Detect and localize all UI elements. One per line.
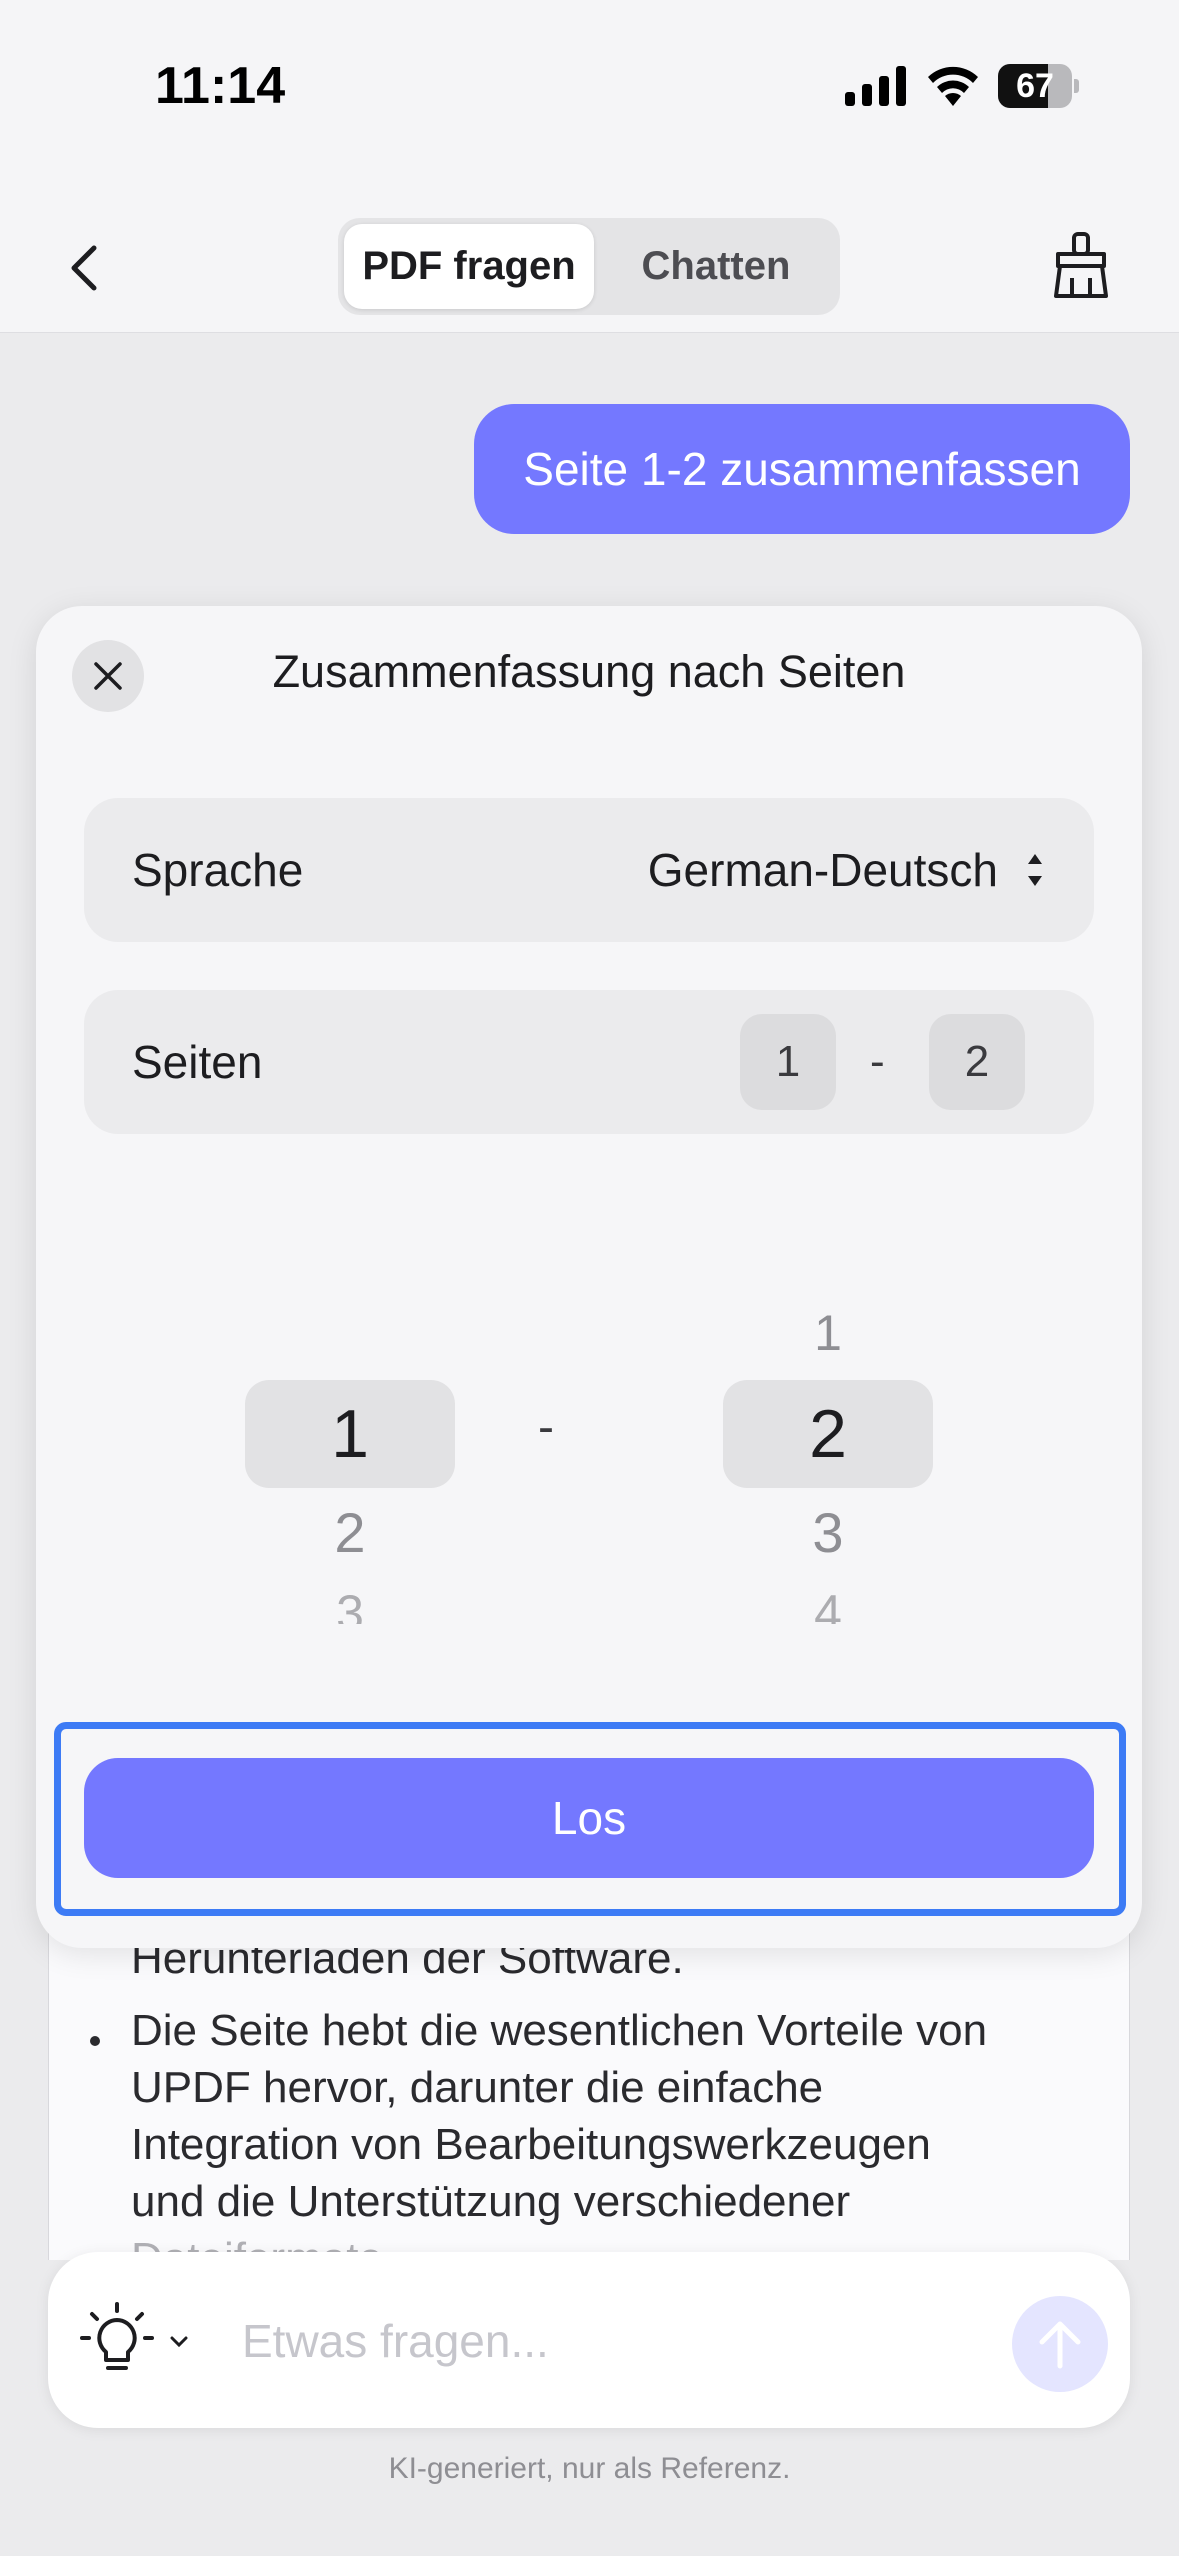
chevron-down-icon[interactable]	[170, 2336, 188, 2348]
picker-from-item[interactable]: 2	[245, 1500, 455, 1565]
answer-line: UPDF hervor, darunter die einfache	[131, 2063, 824, 2112]
answer-line: Integration von Bearbeitungswerkzeugen	[131, 2120, 931, 2169]
status-bar: 11:14 67	[0, 0, 1179, 200]
navigation-bar: PDF fragen Chatten	[0, 200, 1179, 333]
sheet-title: Zusammenfassung nach Seiten	[272, 646, 906, 697]
arrow-up-icon	[1039, 2321, 1081, 2369]
picker-to-item[interactable]: 3	[723, 1500, 933, 1565]
ai-disclaimer: KI-generiert, nur als Referenz.	[388, 2452, 791, 2485]
user-message-bubble: Seite 1-2 zusammenfassen	[474, 404, 1130, 534]
go-button[interactable]: Los	[84, 1758, 1094, 1878]
language-value: German-Deutsch	[647, 844, 998, 896]
answer-line: Die Seite hebt die wesentlichen Vorteile…	[131, 2006, 988, 2055]
picker-to-selected[interactable]: 2	[723, 1380, 933, 1488]
pages-range-row: Seiten 1 - 2	[84, 990, 1094, 1134]
answer-line: und die Unterstützung verschiedener	[131, 2177, 851, 2226]
ai-answer-card: Herunterladen der Software. Die Seite he…	[48, 1900, 1130, 2260]
lightbulb-icon[interactable]	[80, 2302, 154, 2380]
picker-to-item[interactable]: 1	[723, 1304, 933, 1362]
bullet-point	[90, 2036, 100, 2046]
picker-separator: -	[538, 1401, 554, 1454]
send-button[interactable]	[1012, 2296, 1108, 2392]
ask-input-bar	[48, 2252, 1130, 2428]
tab-pdf-fragen[interactable]: PDF fragen	[344, 224, 594, 309]
chevron-up-down-icon	[1028, 854, 1042, 886]
ask-input[interactable]	[242, 2296, 1002, 2386]
wifi-icon	[928, 66, 978, 106]
picker-from-item[interactable]: 3	[245, 1584, 455, 1624]
page-to-field[interactable]: 2	[929, 1014, 1025, 1110]
page-range-separator: -	[870, 1037, 885, 1086]
status-time: 11:14	[155, 57, 286, 115]
picker-to-item[interactable]: 4	[723, 1584, 933, 1624]
cellular-signal-icon	[845, 66, 906, 106]
broom-icon[interactable]	[1050, 232, 1112, 300]
language-selector[interactable]: Sprache German-Deutsch	[84, 798, 1094, 942]
page-from-field[interactable]: 1	[740, 1014, 836, 1110]
language-label: Sprache	[132, 844, 304, 896]
battery-indicator: 67	[998, 64, 1079, 108]
battery-level: 67	[1016, 67, 1054, 105]
tab-chatten[interactable]: Chatten	[598, 224, 834, 309]
mode-segmented-control: PDF fragen Chatten	[338, 218, 840, 315]
picker-from-selected[interactable]: 1	[245, 1380, 455, 1488]
chevron-left-icon[interactable]	[60, 240, 110, 296]
pages-label: Seiten	[132, 1036, 263, 1088]
